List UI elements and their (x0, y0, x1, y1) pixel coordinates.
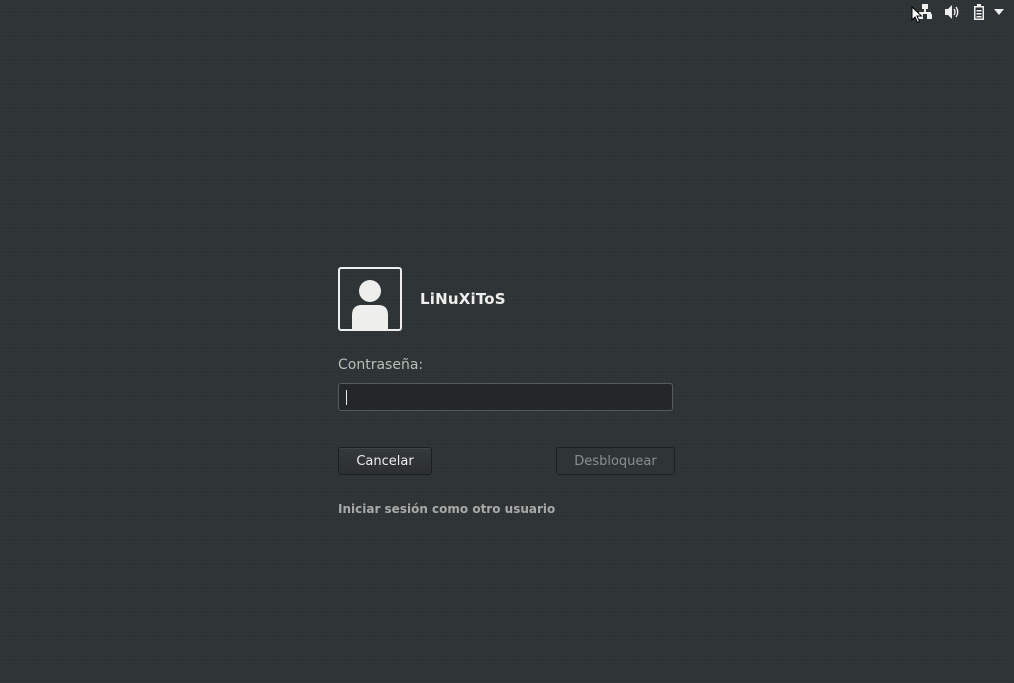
system-menu-arrow-icon[interactable] (992, 2, 1006, 22)
user-avatar-icon (338, 267, 402, 331)
text-caret (346, 390, 347, 405)
unlock-button[interactable]: Desbloquear (556, 447, 675, 475)
login-as-other-user-link[interactable]: Iniciar sesión como otro usuario (338, 501, 555, 517)
password-label: Contraseña: (338, 357, 424, 373)
dialog-buttons: Cancelar Desbloquear (338, 447, 675, 475)
unlock-dialog: LiNuXiToS Contraseña: Cancelar Desbloque… (338, 267, 675, 517)
cancel-button[interactable]: Cancelar (338, 447, 432, 475)
username-label: LiNuXiToS (420, 290, 506, 308)
user-row: LiNuXiToS (338, 267, 675, 331)
password-input[interactable] (339, 384, 672, 410)
network-wired-icon[interactable] (914, 2, 936, 22)
password-field[interactable] (338, 383, 673, 411)
battery-icon[interactable] (970, 2, 988, 22)
volume-icon[interactable] (942, 2, 964, 22)
system-tray (914, 2, 1006, 22)
